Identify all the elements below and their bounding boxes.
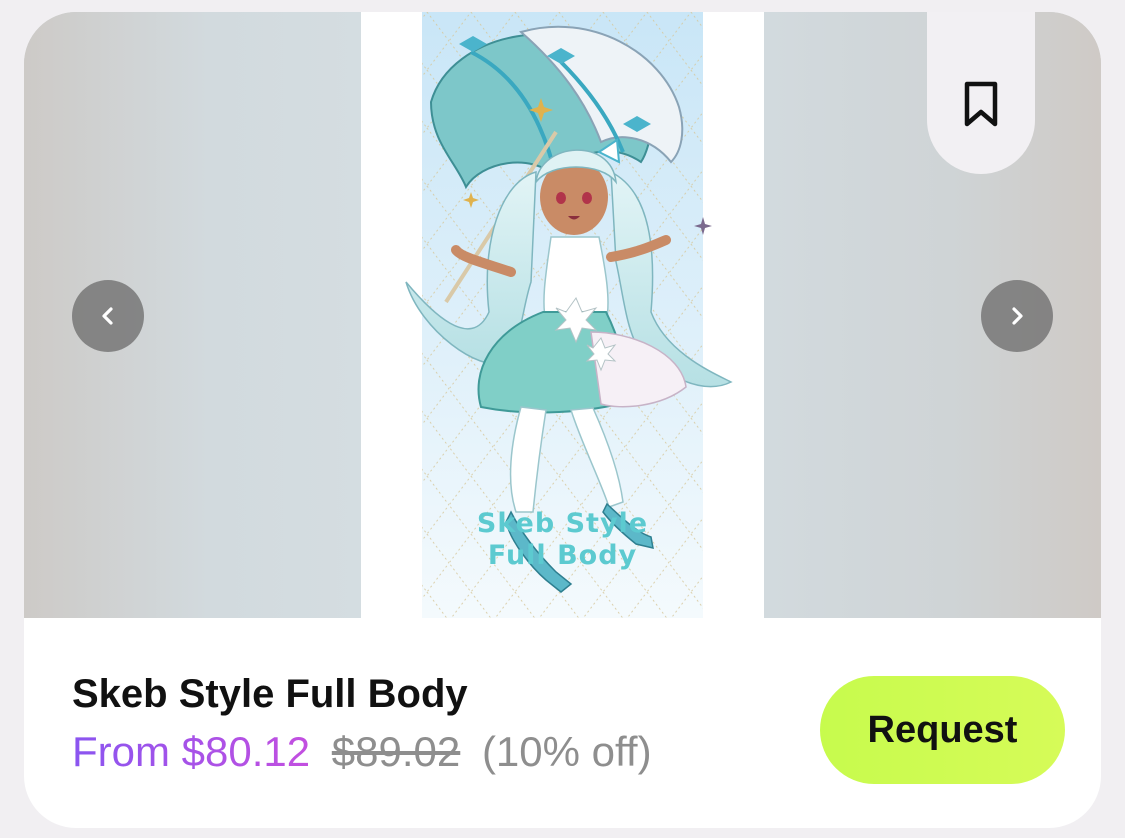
bookmark-icon [964,81,998,127]
image-gallery: Skeb Style Full Body [24,12,1101,618]
next-image-button[interactable] [981,280,1053,352]
chevron-right-icon [1012,307,1023,325]
product-title: Skeb Style Full Body [72,672,468,716]
current-price: From $80.12 [72,728,311,775]
previous-image-button[interactable] [72,280,144,352]
request-button[interactable]: Request [820,676,1065,784]
product-card: Skeb Style Full Body Skeb Style Full Bod… [24,12,1101,828]
artwork-caption: Skeb Style Full Body [476,508,649,571]
price-row: From $80.12 $89.02 (10% off) [72,728,652,776]
chevron-left-icon [102,307,113,325]
artwork-image[interactable]: Skeb Style Full Body [361,12,764,618]
discount-label: (10% off) [481,728,652,775]
original-price: $89.02 [331,728,461,775]
product-info: Skeb Style Full Body From $80.12 $89.02 … [24,618,1101,828]
bookmark-button[interactable] [927,12,1035,174]
